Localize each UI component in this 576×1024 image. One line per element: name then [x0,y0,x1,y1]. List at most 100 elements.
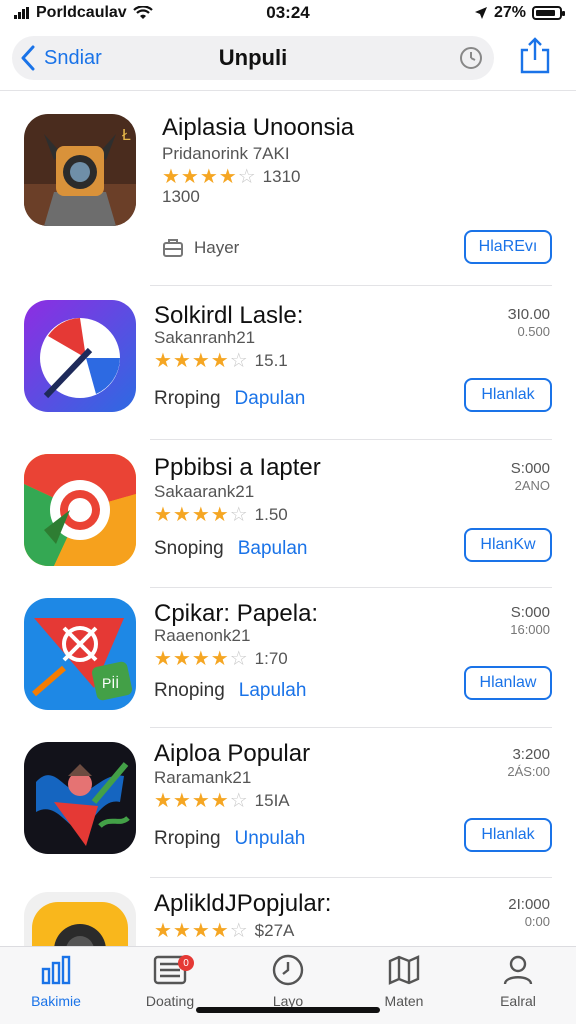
rating-count: 1:70 [254,648,288,668]
notification-badge: 0 [178,955,194,971]
hauler-info: Hayer [162,237,239,259]
chart-icon [41,955,71,985]
rating-count: 15.1 [254,350,288,370]
share-icon[interactable] [518,36,552,74]
status-time: 03:24 [266,3,310,22]
rating-count: 15IA [254,790,290,810]
rating: ★★★★☆ 1:70 [154,646,288,671]
app-title: Cpikar: Papela: [154,600,319,627]
nav-bar: Sndiar Unpuli [0,30,576,88]
get-button[interactable]: Hlanlaw [464,666,552,700]
tab-label: Maten [384,993,424,1009]
category-label: Rnoping [154,680,225,701]
rating: ★★★★☆ 1310 [162,164,300,189]
svg-text:Pİİ: Pİİ [102,674,119,691]
svg-text:Ł: Ł [122,127,131,144]
map-icon [388,955,420,985]
price: S:000 [510,604,550,621]
nav-divider [0,90,576,91]
carrier-name: Porldcaulav [36,4,127,21]
wifi-icon [132,6,153,19]
signal-icon [14,7,29,19]
category-label: Snoping [154,538,224,559]
price-secondary: 2ÁS:00 [507,764,550,779]
tab-label: Doating [145,993,195,1009]
app-subtitle: Sakanranh21 [154,328,256,347]
list-item[interactable]: Ł Aiplasia Unoonsia Pridanorink 7AKI ★★★… [0,92,576,286]
app-title: Aiplasia Unoonsia [162,114,355,141]
category-line: Rnoping Lapulah [154,680,306,702]
price: S:000 [510,460,550,477]
tab-maten[interactable]: Maten [354,953,454,1009]
tab-ealral[interactable]: Ealral [468,953,568,1009]
app-subtitle: Sakaarank21 [154,482,255,501]
rating: ★★★★☆ 1.50 [154,502,288,527]
battery-icon [532,6,565,20]
price: ЗІ0.00 [507,306,550,323]
price-secondary: 0.500 [517,324,550,339]
app-icon-camera-robot: Ł [24,114,136,226]
price-secondary: 16:000 [510,622,550,637]
get-button[interactable]: Hlanlak [464,378,552,412]
category-link[interactable]: Unpulah [235,828,306,850]
tab-doating[interactable]: 0 Doating [120,953,220,1009]
app-title: Ppbibsi a Iapter [154,454,321,481]
rating-count: 1.50 [254,504,288,524]
rating-stars: ★★★★☆ [154,350,249,372]
list-item[interactable]: AplikldJPopjular: ★★★★☆ $27A 2І:000 0:00 [0,878,576,946]
battery-percent: 27% [493,4,526,21]
home-indicator [196,1007,380,1013]
category-link[interactable]: Lapulah [239,680,307,702]
rating-count: $27A [254,920,295,940]
rating: ★★★★☆ 15.1 [154,348,288,373]
get-button[interactable]: Hlanlak [464,818,552,852]
category-link[interactable]: Bapulan [238,538,308,560]
price: 2І:000 [508,896,550,913]
price: 3:200 [512,746,550,763]
list-item[interactable]: Pİİ Cpikar: Papela: Raaenonk21 ★★★★☆ 1:7… [0,588,576,728]
rating-stars: ★★★★☆ [154,504,249,526]
app-subtitle: Raaenonk21 [154,626,251,645]
get-button[interactable]: HlaREvı [464,230,552,264]
app-subtitle: Raramank21 [154,768,252,787]
tab-label: Ealral [500,993,536,1009]
back-label: Sndiar [44,46,102,69]
get-button[interactable]: HlanKw [464,528,552,562]
list-item[interactable]: Ppbibsi a Iapter Sakaarank21 ★★★★☆ 1.50 … [0,440,576,588]
rating-stars: ★★★★☆ [162,166,257,188]
app-icon-chrome-swirl [24,454,136,566]
category-line: Rroping Unpulah [154,828,305,850]
rating-stars: ★★★★☆ [154,920,249,942]
category-line: Rroping Dapulan [154,388,305,410]
clock-icon [272,954,304,986]
app-subtitle: Pridanorink 7AKI [162,144,290,163]
price-secondary: 2ANO [514,478,550,493]
rating: ★★★★☆ 15IA [154,788,290,813]
back-button[interactable]: Sndiar [12,45,102,71]
list-item[interactable]: Solkirdl Lasle: Sakanranh21 ★★★★☆ 15.1 R… [0,286,576,440]
list-item[interactable]: Aiploa Popular Raramank21 ★★★★☆ 15IA Rro… [0,728,576,878]
app-icon-dragon [24,742,136,854]
app-title: AplikldJPopjular: [154,890,332,917]
person-icon [503,955,533,985]
app-icon-red-arrow: Pİİ [24,598,136,710]
tab-layo[interactable]: Layo [238,953,338,1009]
rating-count: 1310 [262,166,301,186]
rating: ★★★★☆ $27A [154,918,294,943]
category-link[interactable]: Dapulan [235,388,306,410]
nav-pill: Sndiar Unpuli [12,36,494,80]
category-line: Snoping Bapulan [154,538,307,560]
price-secondary: 0:00 [524,914,550,929]
chevron-left-icon [21,45,35,71]
category-label: Rroping [154,828,221,849]
category-label: Rroping [154,388,221,409]
status-right: 27% [474,4,565,22]
app-title: Solkirdl Lasle: [154,302,304,329]
app-meta: 1300 [162,187,200,206]
tab-bakimie[interactable]: Bakimie [6,953,106,1009]
page-title: Unpuli [218,45,288,70]
refresh-icon[interactable] [458,45,484,71]
app-icon-yellow-camera [24,892,136,946]
app-title: Aiploa Popular [154,740,311,767]
status-bar: Porldcaulav 03:24 27% [0,0,576,26]
